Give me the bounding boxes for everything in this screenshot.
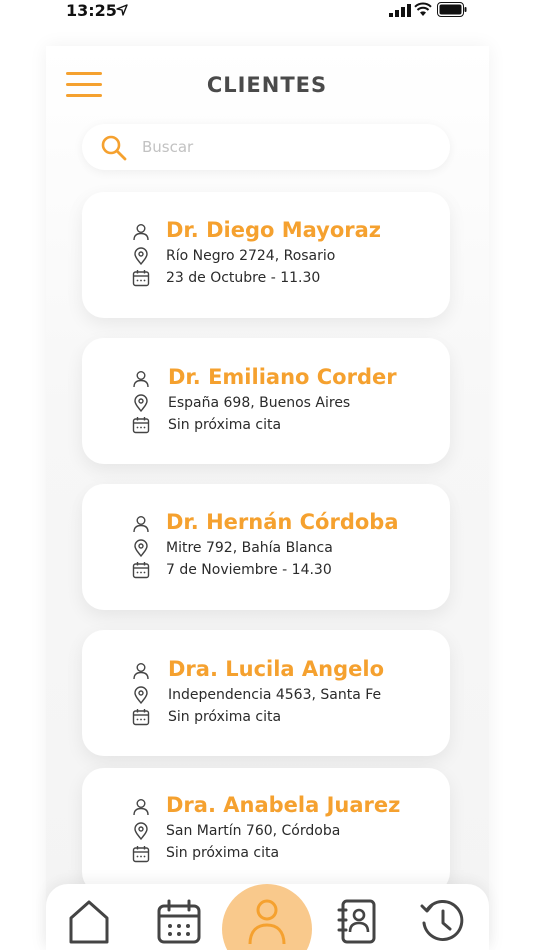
nav-history[interactable] <box>412 884 472 950</box>
person-icon <box>133 799 149 816</box>
client-appointment: 7 de Noviembre - 14.30 <box>166 562 332 578</box>
search-input[interactable] <box>142 132 432 162</box>
calendar-icon <box>132 270 150 287</box>
battery-icon <box>437 2 467 17</box>
page-title: CLIENTES <box>206 73 328 97</box>
nav-clients[interactable] <box>236 884 296 950</box>
status-bar: 13:25 <box>0 0 534 26</box>
client-name: Dra. Anabela Juarez <box>166 793 401 817</box>
nav-contacts[interactable] <box>326 884 386 950</box>
user-icon <box>248 899 286 944</box>
calendar-icon <box>157 899 201 944</box>
client-appointment: Sin próxima cita <box>168 709 282 725</box>
calendar-icon <box>132 417 150 434</box>
wifi-icon <box>414 2 432 16</box>
history-icon <box>420 900 464 941</box>
client-address: España 698, Buenos Aires <box>168 395 351 411</box>
status-time: 13:25 <box>66 1 117 20</box>
client-appointment: 23 de Octubre - 11.30 <box>166 270 321 286</box>
client-address: Río Negro 2724, Rosario <box>166 248 336 264</box>
client-card[interactable]: Dr. Diego Mayoraz Río Negro 2724, Rosari… <box>82 192 450 318</box>
location-pin-icon <box>134 686 148 704</box>
client-name: Dr. Emiliano Corder <box>168 365 397 389</box>
location-pin-icon <box>134 822 148 840</box>
nav-home[interactable] <box>58 884 118 950</box>
person-icon <box>133 663 149 680</box>
client-address: San Martín 760, Córdoba <box>166 823 341 839</box>
calendar-icon <box>132 562 150 579</box>
nav-calendar[interactable] <box>148 884 208 950</box>
location-arrow-icon <box>116 4 128 16</box>
contacts-icon <box>337 899 376 944</box>
client-address: Mitre 792, Bahía Blanca <box>166 540 333 556</box>
client-address: Independencia 4563, Santa Fe <box>168 687 382 703</box>
person-icon <box>133 224 149 241</box>
client-name: Dr. Hernán Córdoba <box>166 510 399 534</box>
client-card[interactable]: Dr. Emiliano Corder España 698, Buenos A… <box>82 338 450 464</box>
location-pin-icon <box>134 539 148 557</box>
calendar-icon <box>132 846 150 863</box>
client-name: Dr. Diego Mayoraz <box>166 218 382 242</box>
search-icon <box>101 135 127 161</box>
client-name: Dra. Lucila Angelo <box>168 657 385 681</box>
location-pin-icon <box>134 394 148 412</box>
calendar-icon <box>132 709 150 726</box>
person-icon <box>133 371 149 388</box>
client-card[interactable]: Dra. Lucila Angelo Independencia 4563, S… <box>82 630 450 756</box>
client-card[interactable]: Dr. Hernán Córdoba Mitre 792, Bahía Blan… <box>82 484 450 610</box>
signal-icon <box>389 4 411 17</box>
client-appointment: Sin próxima cita <box>166 845 280 861</box>
home-icon <box>69 900 109 944</box>
search-box[interactable] <box>82 124 450 170</box>
client-appointment: Sin próxima cita <box>168 417 282 433</box>
client-card[interactable]: Dra. Anabela Juarez San Martín 760, Córd… <box>82 768 450 894</box>
location-pin-icon <box>134 247 148 265</box>
person-icon <box>133 516 149 533</box>
